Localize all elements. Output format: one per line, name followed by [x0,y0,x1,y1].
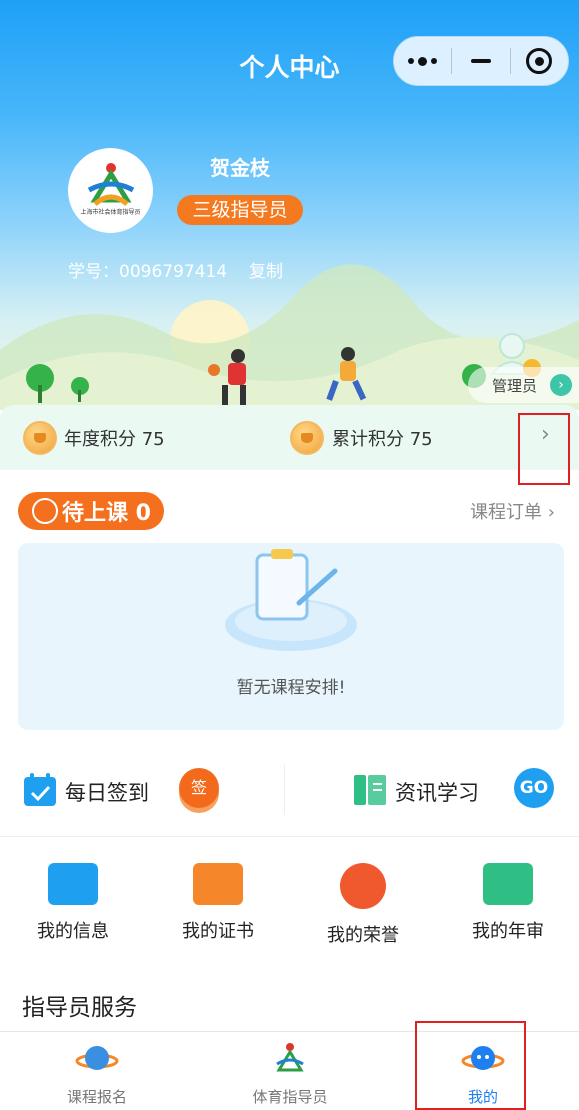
id-card-icon [48,863,98,905]
highlight-box [415,1021,526,1110]
avatar-caption: 上海市社会体育指导员 [80,209,141,216]
calendar-check-icon [24,773,56,806]
empty-schedule-card: 暂无课程安排! [18,543,564,730]
tab-label: 课程报名 [66,1088,127,1106]
more-dots-icon[interactable] [394,37,451,85]
instructor-logo-icon [276,1043,304,1072]
profile-header: 个人中心 上海市社会体育指导员 贺金枝 三级指导员 学号：0096797414 … [0,0,579,410]
level-badge: 三级指导员 [177,195,303,225]
runner-icon [32,498,58,524]
book-icon [354,775,386,805]
copy-button[interactable]: 复制 [249,257,283,282]
grid-label: 我的荣誉 [327,925,399,946]
admin-entry[interactable]: 管理员 › [468,330,579,405]
daily-checkin-label[interactable]: 每日签到 [65,777,149,807]
empty-clipboard-illustration [225,549,357,651]
quick-actions-row: 每日签到 签 资讯学习 GO [0,755,579,825]
grid-item-review[interactable]: 我的年审 [448,863,568,943]
grid-label: 我的证书 [182,921,254,942]
admin-label: 管理员 [492,377,538,395]
tab-course-signup[interactable]: 课程报名 [27,1042,167,1107]
annual-points: 年度积分 75 [64,429,165,450]
close-target-icon[interactable] [511,37,568,85]
checkin-button[interactable]: 签 [179,768,219,808]
section-title: 指导员服务 [22,995,137,1021]
coin-icon [290,421,324,455]
news-study-label[interactable]: 资讯学习 [395,777,479,807]
go-button[interactable]: GO [514,768,554,808]
grid-label: 我的年审 [472,921,544,942]
basketball-planet-icon [75,1046,119,1070]
total-points: 累计积分 75 [332,429,433,450]
annual-review-icon [483,863,533,905]
tab-label: 体育指导员 [252,1088,328,1106]
admin-arrow-icon: › [550,374,572,396]
certificate-icon [193,863,243,905]
avatar[interactable]: 上海市社会体育指导员 [68,148,153,233]
grid-label: 我的信息 [37,921,109,942]
pending-class-tag[interactable]: 待上课 0 [18,492,164,530]
coin-icon [23,421,57,455]
minimize-icon[interactable] [452,37,509,85]
empty-schedule-text: 暂无课程安排! [236,678,346,698]
user-name: 贺金枝 [210,156,270,180]
tab-instructor[interactable]: 体育指导员 [220,1042,360,1107]
grid-item-info[interactable]: 我的信息 [13,863,133,943]
medal-icon [340,863,386,909]
pending-class-label: 待上课 0 [62,501,151,526]
grid-item-honor[interactable]: 我的荣誉 [303,863,423,947]
highlight-box [518,413,570,485]
grid-item-certificate[interactable]: 我的证书 [158,863,278,943]
course-order-link[interactable]: 课程订单 › [470,498,555,524]
miniprogram-capsule [393,36,569,86]
instructor-logo-icon [87,162,134,206]
student-id: 学号：0096797414 [68,262,228,282]
